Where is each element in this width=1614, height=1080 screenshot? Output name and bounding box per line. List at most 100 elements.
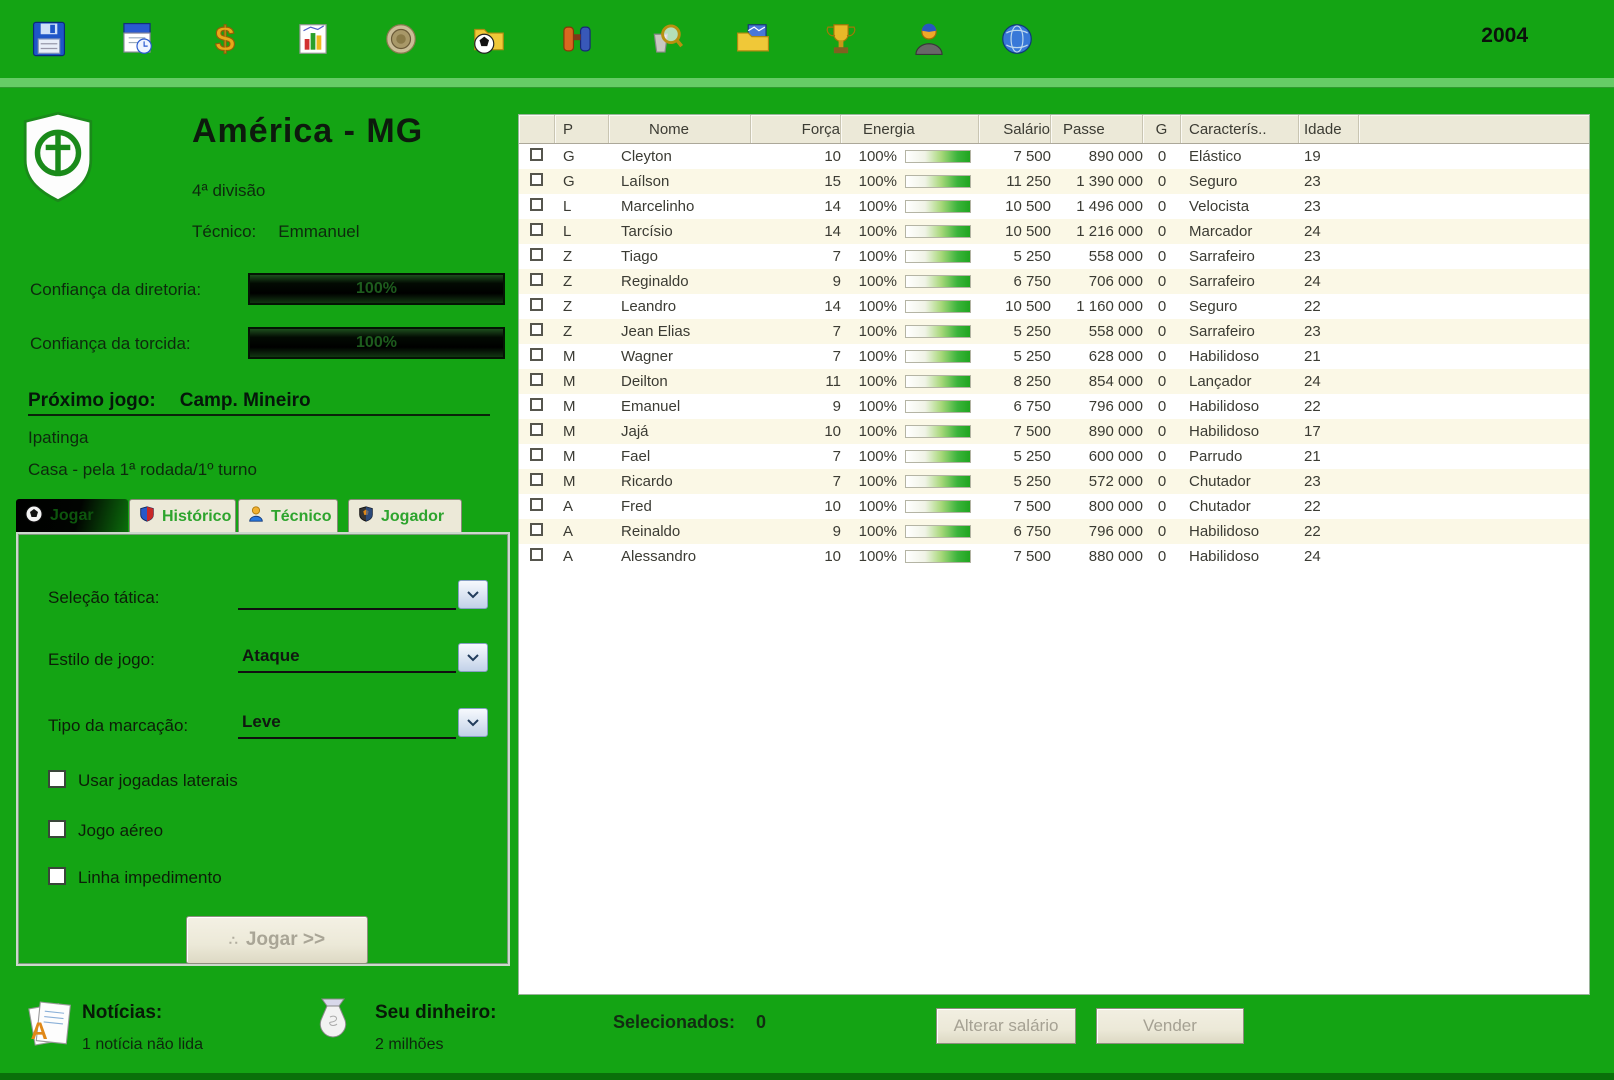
cell-position: A (555, 548, 609, 565)
table-row[interactable]: G Cleyton 10 100% 7 500 890 000 0 Elásti… (519, 144, 1589, 169)
table-row[interactable]: Z Jean Elias 7 100% 5 250 558 000 0 Sarr… (519, 319, 1589, 344)
news-icon[interactable]: A (22, 996, 76, 1057)
row-checkbox[interactable] (530, 298, 543, 311)
tab-historico[interactable]: Histórico (129, 499, 236, 533)
play-button[interactable]: ∴ Jogar >> (186, 916, 368, 964)
cell-age: 17 (1299, 423, 1359, 440)
row-checkbox[interactable] (530, 473, 543, 486)
header-position[interactable]: P (555, 115, 609, 143)
table-row[interactable]: L Tarcísio 14 100% 10 500 1 216 000 0 Ma… (519, 219, 1589, 244)
cell-strength: 15 (751, 173, 841, 190)
change-salary-button[interactable]: Alterar salário (936, 1008, 1076, 1044)
row-checkbox[interactable] (530, 173, 543, 186)
svg-text:$: $ (215, 20, 235, 58)
tab-tecnico-label: Técnico (271, 508, 331, 526)
trophy-icon[interactable] (820, 18, 862, 60)
cell-salary: 7 500 (979, 498, 1051, 515)
header-strength[interactable]: Força (751, 115, 841, 143)
table-row[interactable]: M Jajá 10 100% 7 500 890 000 0 Habilidos… (519, 419, 1589, 444)
cell-goals: 0 (1143, 473, 1181, 490)
row-checkbox[interactable] (530, 148, 543, 161)
table-row[interactable]: Z Reginaldo 9 100% 6 750 706 000 0 Sarra… (519, 269, 1589, 294)
table-row[interactable]: A Reinaldo 9 100% 6 750 796 000 0 Habili… (519, 519, 1589, 544)
cell-goals: 0 (1143, 173, 1181, 190)
table-row[interactable]: M Fael 7 100% 5 250 600 000 0 Parrudo 21 (519, 444, 1589, 469)
table-row[interactable]: M Wagner 7 100% 5 250 628 000 0 Habilido… (519, 344, 1589, 369)
web-icon[interactable] (996, 18, 1038, 60)
team-folder-icon[interactable] (468, 18, 510, 60)
cell-energy: 100% (841, 548, 897, 565)
cell-salary: 5 250 (979, 248, 1051, 265)
cell-age: 22 (1299, 398, 1359, 415)
table-row[interactable]: M Deilton 11 100% 8 250 854 000 0 Lançad… (519, 369, 1589, 394)
table-row[interactable]: G Laílson 15 100% 11 250 1 390 000 0 Seg… (519, 169, 1589, 194)
cell-strength: 10 (751, 548, 841, 565)
svg-text:A: A (31, 1019, 48, 1045)
cell-strength: 14 (751, 198, 841, 215)
search-icon[interactable] (644, 18, 686, 60)
row-checkbox[interactable] (530, 273, 543, 286)
header-salary[interactable]: Salário (979, 115, 1051, 143)
table-row[interactable]: L Marcelinho 14 100% 10 500 1 496 000 0 … (519, 194, 1589, 219)
cell-name: Cleyton (609, 148, 751, 165)
row-checkbox[interactable] (530, 198, 543, 211)
header-age[interactable]: Idade (1299, 115, 1359, 143)
header-energy[interactable]: Energia (841, 115, 979, 143)
sell-button[interactable]: Vender (1096, 1008, 1244, 1044)
tab-jogador[interactable]: Jogador (348, 499, 462, 533)
table-row[interactable]: A Fred 10 100% 7 500 800 000 0 Chutador … (519, 494, 1589, 519)
row-checkbox[interactable] (530, 323, 543, 336)
medal-icon[interactable] (380, 18, 422, 60)
calendar-icon[interactable] (116, 18, 158, 60)
cell-name: Fred (609, 498, 751, 515)
cell-position: A (555, 498, 609, 515)
table-row[interactable]: Z Leandro 14 100% 10 500 1 160 000 0 Seg… (519, 294, 1589, 319)
cell-pass-value: 800 000 (1051, 498, 1143, 515)
row-checkbox[interactable] (530, 448, 543, 461)
tab-tecnico[interactable]: Técnico (238, 499, 338, 533)
checkbox-side-plays[interactable] (48, 770, 66, 788)
binoculars-icon[interactable] (556, 18, 598, 60)
team-division: 4ª divisão (192, 181, 265, 201)
cell-pass-value: 600 000 (1051, 448, 1143, 465)
row-checkbox[interactable] (530, 248, 543, 261)
header-pass-value[interactable]: Passe (1051, 115, 1143, 143)
table-row[interactable]: A Alessandro 10 100% 7 500 880 000 0 Hab… (519, 544, 1589, 569)
stats-chart-icon[interactable] (292, 18, 334, 60)
marking-dropdown-button[interactable] (458, 708, 488, 737)
tab-jogar[interactable]: Jogar (16, 499, 128, 533)
style-dropdown-button[interactable] (458, 643, 488, 672)
cell-energy: 100% (841, 323, 897, 340)
row-checkbox[interactable] (530, 373, 543, 386)
row-checkbox[interactable] (530, 223, 543, 236)
cell-energy: 100% (841, 223, 897, 240)
row-checkbox[interactable] (530, 398, 543, 411)
row-checkbox[interactable] (530, 348, 543, 361)
cell-strength: 7 (751, 248, 841, 265)
cell-age: 23 (1299, 473, 1359, 490)
money-icon[interactable]: $ (204, 18, 246, 60)
cell-salary: 10 500 (979, 223, 1051, 240)
player-icon[interactable] (908, 18, 950, 60)
selected-label: Selecionados: (613, 1012, 735, 1033)
table-row[interactable]: M Emanuel 9 100% 6 750 796 000 0 Habilid… (519, 394, 1589, 419)
map-folder-icon[interactable] (732, 18, 774, 60)
tactic-dropdown-button[interactable] (458, 580, 488, 609)
cell-goals: 0 (1143, 323, 1181, 340)
coach-name: Emmanuel (278, 222, 359, 241)
row-checkbox[interactable] (530, 498, 543, 511)
cell-strength: 9 (751, 523, 841, 540)
header-name[interactable]: Nome (609, 115, 751, 143)
table-row[interactable]: M Ricardo 7 100% 5 250 572 000 0 Chutado… (519, 469, 1589, 494)
row-checkbox[interactable] (530, 423, 543, 436)
cell-position: A (555, 523, 609, 540)
checkbox-aerial-game[interactable] (48, 820, 66, 838)
header-select[interactable] (519, 115, 555, 143)
header-goals[interactable]: G (1143, 115, 1181, 143)
row-checkbox[interactable] (530, 548, 543, 561)
table-row[interactable]: Z Tiago 7 100% 5 250 558 000 0 Sarrafeir… (519, 244, 1589, 269)
header-characteristic[interactable]: Caracterís.. (1181, 115, 1299, 143)
checkbox-offside-line[interactable] (48, 867, 66, 885)
row-checkbox[interactable] (530, 523, 543, 536)
save-icon[interactable] (28, 18, 70, 60)
